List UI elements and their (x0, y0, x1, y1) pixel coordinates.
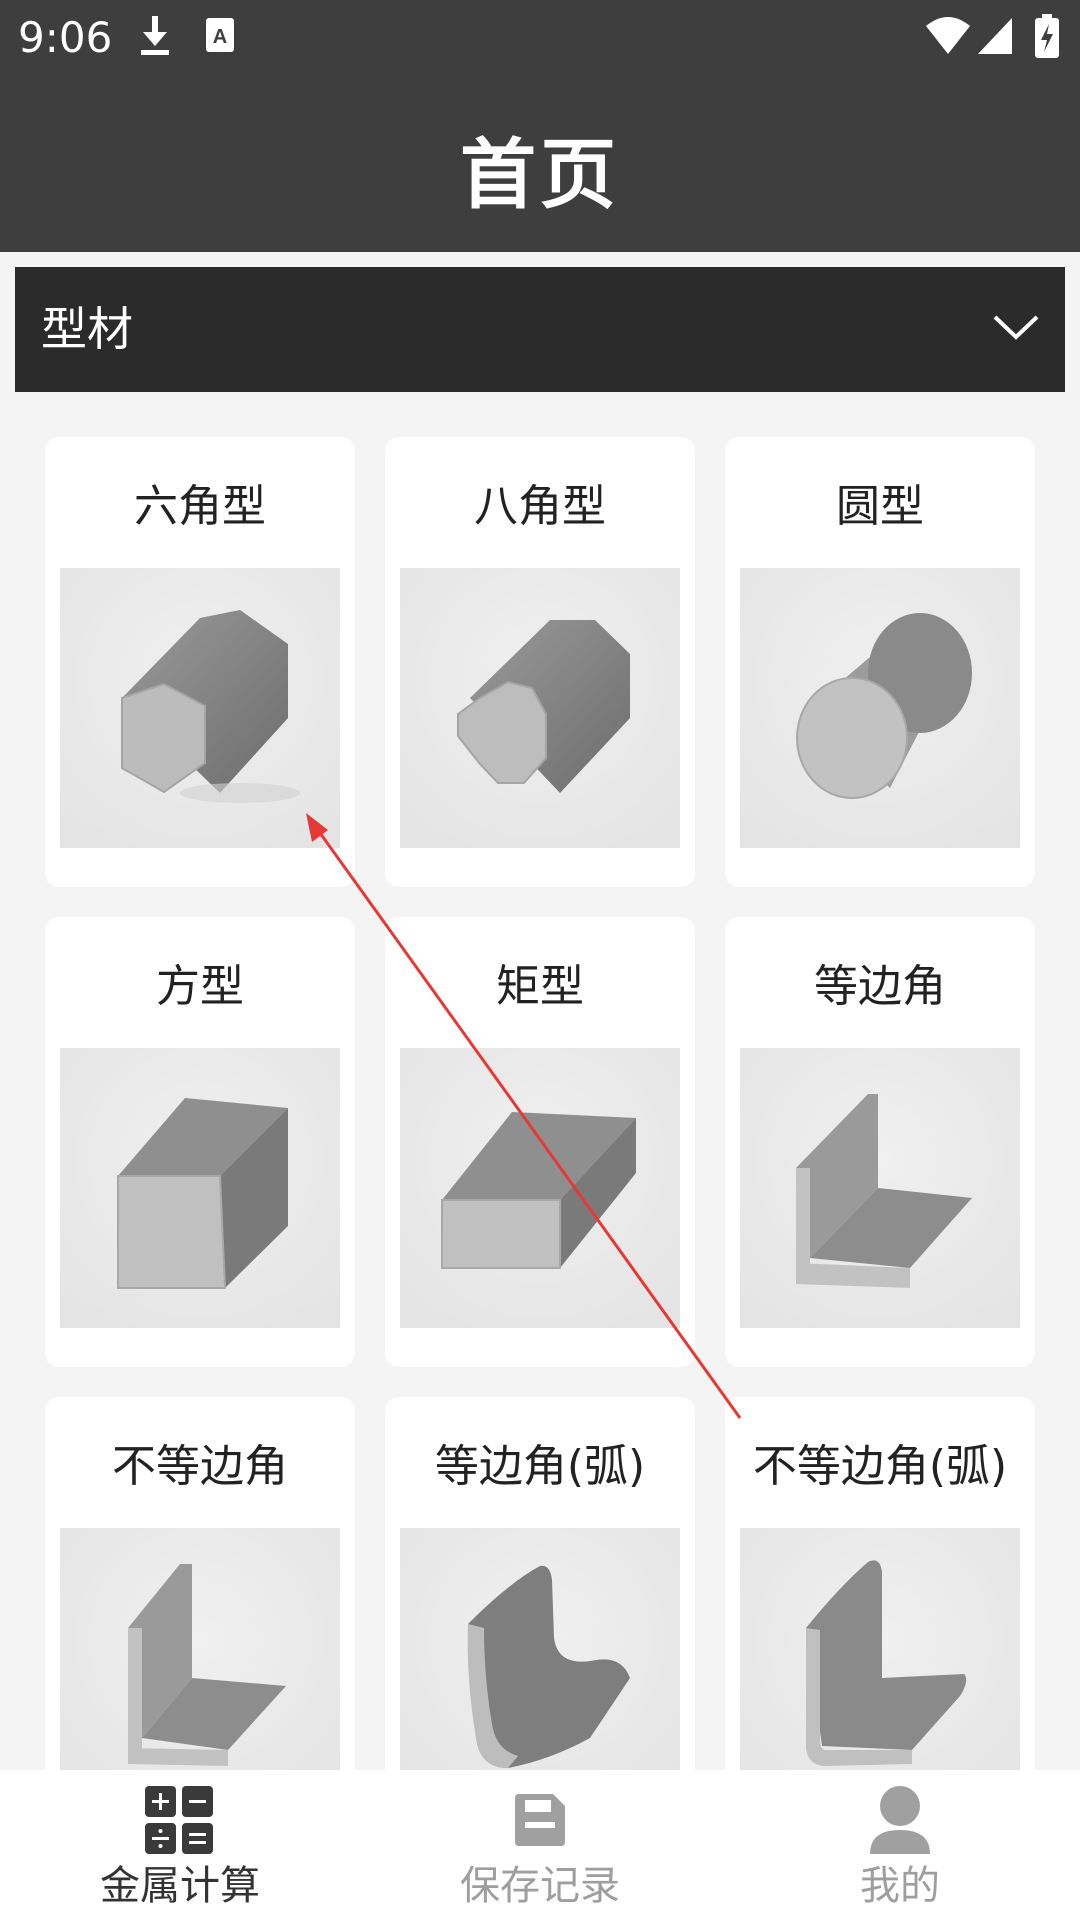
save-icon (515, 1794, 565, 1850)
shape-card-label: 八角型 (474, 481, 606, 532)
shape-card-hexagon[interactable]: 六角型 (45, 437, 355, 887)
shape-card-unequal-angle[interactable]: 不等边角 (45, 1397, 355, 1770)
app-screen: 9:06 A 首页 型材 六角型 八角型 圆型 方型 矩型 等边角 不等边角 等… (0, 0, 1080, 1920)
shape-card-label: 等边角 (814, 961, 946, 1012)
category-selected-label: 型材 (41, 302, 133, 356)
shape-card-octagon[interactable]: 八角型 (385, 437, 695, 887)
nav-item-profile[interactable]: 我的 (720, 1770, 1080, 1920)
category-dropdown[interactable]: 型材 (15, 267, 1065, 392)
svg-text:A: A (213, 26, 227, 48)
round-bar-icon (740, 568, 1020, 848)
equal-angle-icon (740, 1048, 1020, 1328)
shape-card-label: 方型 (156, 961, 244, 1012)
keyboard-a-icon: A (204, 14, 236, 62)
shape-card-label: 等边角(弧) (434, 1441, 646, 1492)
unequal-angle-icon (60, 1528, 340, 1770)
status-time: 9:06 (18, 13, 113, 62)
square-bar-icon (60, 1048, 340, 1328)
battery-icon (1034, 14, 1060, 64)
wifi-icon (924, 14, 972, 62)
download-icon (138, 14, 172, 62)
unequal-angle-arc-icon (740, 1528, 1020, 1770)
shape-card-label: 不等边角 (112, 1441, 288, 1492)
shape-card-rectangle[interactable]: 矩型 (385, 917, 695, 1367)
shape-card-label: 不等边角(弧) (752, 1441, 1008, 1492)
shape-card-equal-angle-arc[interactable]: 等边角(弧) (385, 1397, 695, 1770)
top-bar: 9:06 A 首页 (0, 0, 1080, 252)
shape-card-unequal-angle-arc[interactable]: 不等边角(弧) (725, 1397, 1035, 1770)
status-bar: 9:06 A (0, 0, 1080, 76)
nav-label: 保存记录 (460, 1863, 620, 1909)
octagon-bar-icon (400, 568, 680, 848)
shape-grid: 六角型 八角型 圆型 方型 矩型 等边角 不等边角 等边角(弧) 不等边角(弧) (0, 392, 1080, 1770)
shape-card-label: 六角型 (134, 481, 266, 532)
signal-icon (976, 14, 1016, 62)
shape-card-equal-angle[interactable]: 等边角 (725, 917, 1035, 1367)
shape-card-round[interactable]: 圆型 (725, 437, 1035, 887)
shape-card-label: 圆型 (836, 481, 924, 532)
page-title: 首页 (460, 130, 620, 219)
nav-item-metal-calc[interactable]: 金属计算 (0, 1770, 360, 1920)
rectangle-bar-icon (400, 1048, 680, 1328)
nav-item-saved-records[interactable]: 保存记录 (360, 1770, 720, 1920)
hexagon-bar-icon (60, 568, 340, 848)
user-icon (870, 1786, 930, 1860)
nav-label: 金属计算 (100, 1863, 260, 1909)
nav-label: 我的 (860, 1863, 940, 1909)
shape-card-square[interactable]: 方型 (45, 917, 355, 1367)
shape-card-label: 矩型 (496, 961, 584, 1012)
chevron-down-icon (991, 307, 1041, 351)
calculator-icon (145, 1786, 213, 1858)
equal-angle-arc-icon (400, 1528, 680, 1770)
bottom-nav: 金属计算 保存记录 我的 (0, 1770, 1080, 1920)
